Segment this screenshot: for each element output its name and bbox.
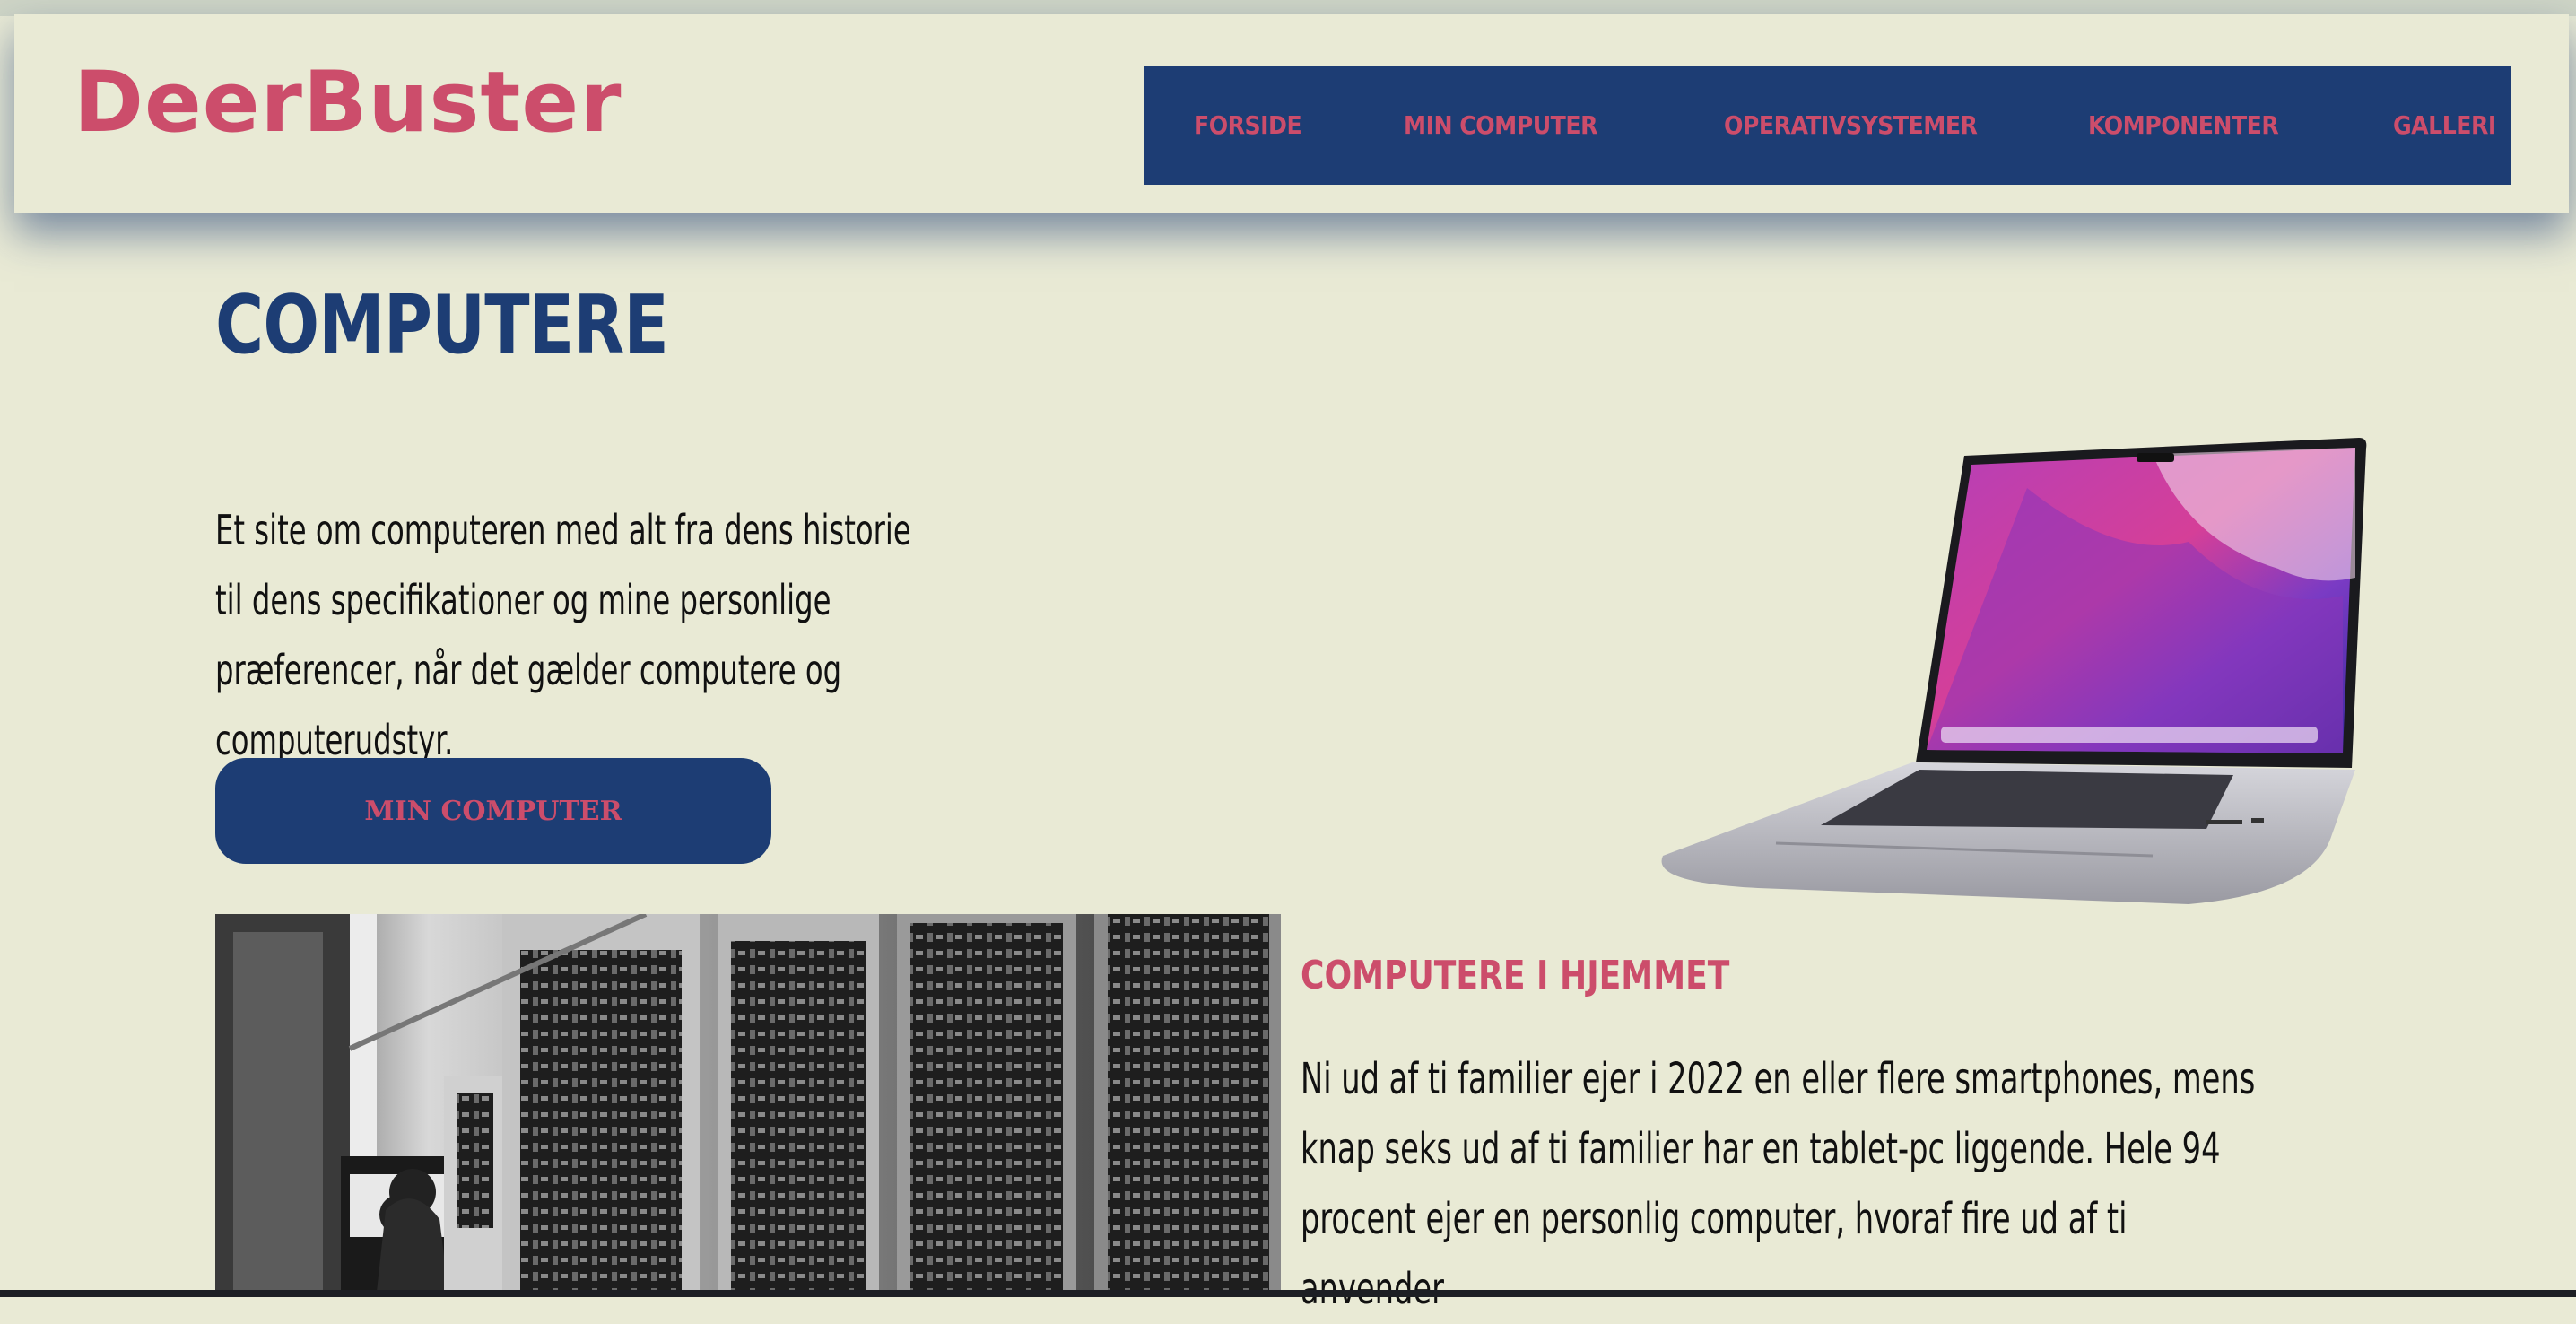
laptop-image [1661, 438, 2367, 904]
main-navigation: FORSIDE MIN COMPUTER OPERATIVSYSTEMER KO… [1144, 66, 2511, 185]
site-header: DeerBuster FORSIDE MIN COMPUTER OPERATIV… [14, 14, 2569, 213]
window-bottom-bar [0, 1290, 2576, 1297]
nav-item-galleri[interactable]: GALLERI [2393, 66, 2496, 185]
page-title: COMPUTERE [215, 278, 669, 372]
vintage-computer-photo [215, 914, 1281, 1292]
nav-item-min-computer[interactable]: MIN COMPUTER [1404, 66, 1597, 185]
nav-item-komponenter[interactable]: KOMPONENTER [2088, 66, 2279, 185]
site-logo[interactable]: DeerBuster [74, 61, 622, 145]
intro-text: Et site om computeren med alt fra dens h… [215, 506, 911, 764]
section-title: COMPUTERE I HJEMMET [1301, 953, 1730, 998]
section-text: Ni ud af ti familier ejer i 2022 en elle… [1301, 1054, 2256, 1314]
nav-item-operativsystemer[interactable]: OPERATIVSYSTEMER [1724, 66, 1978, 185]
nav-item-forside[interactable]: FORSIDE [1194, 66, 1302, 185]
min-computer-button[interactable]: MIN COMPUTER [215, 758, 771, 864]
